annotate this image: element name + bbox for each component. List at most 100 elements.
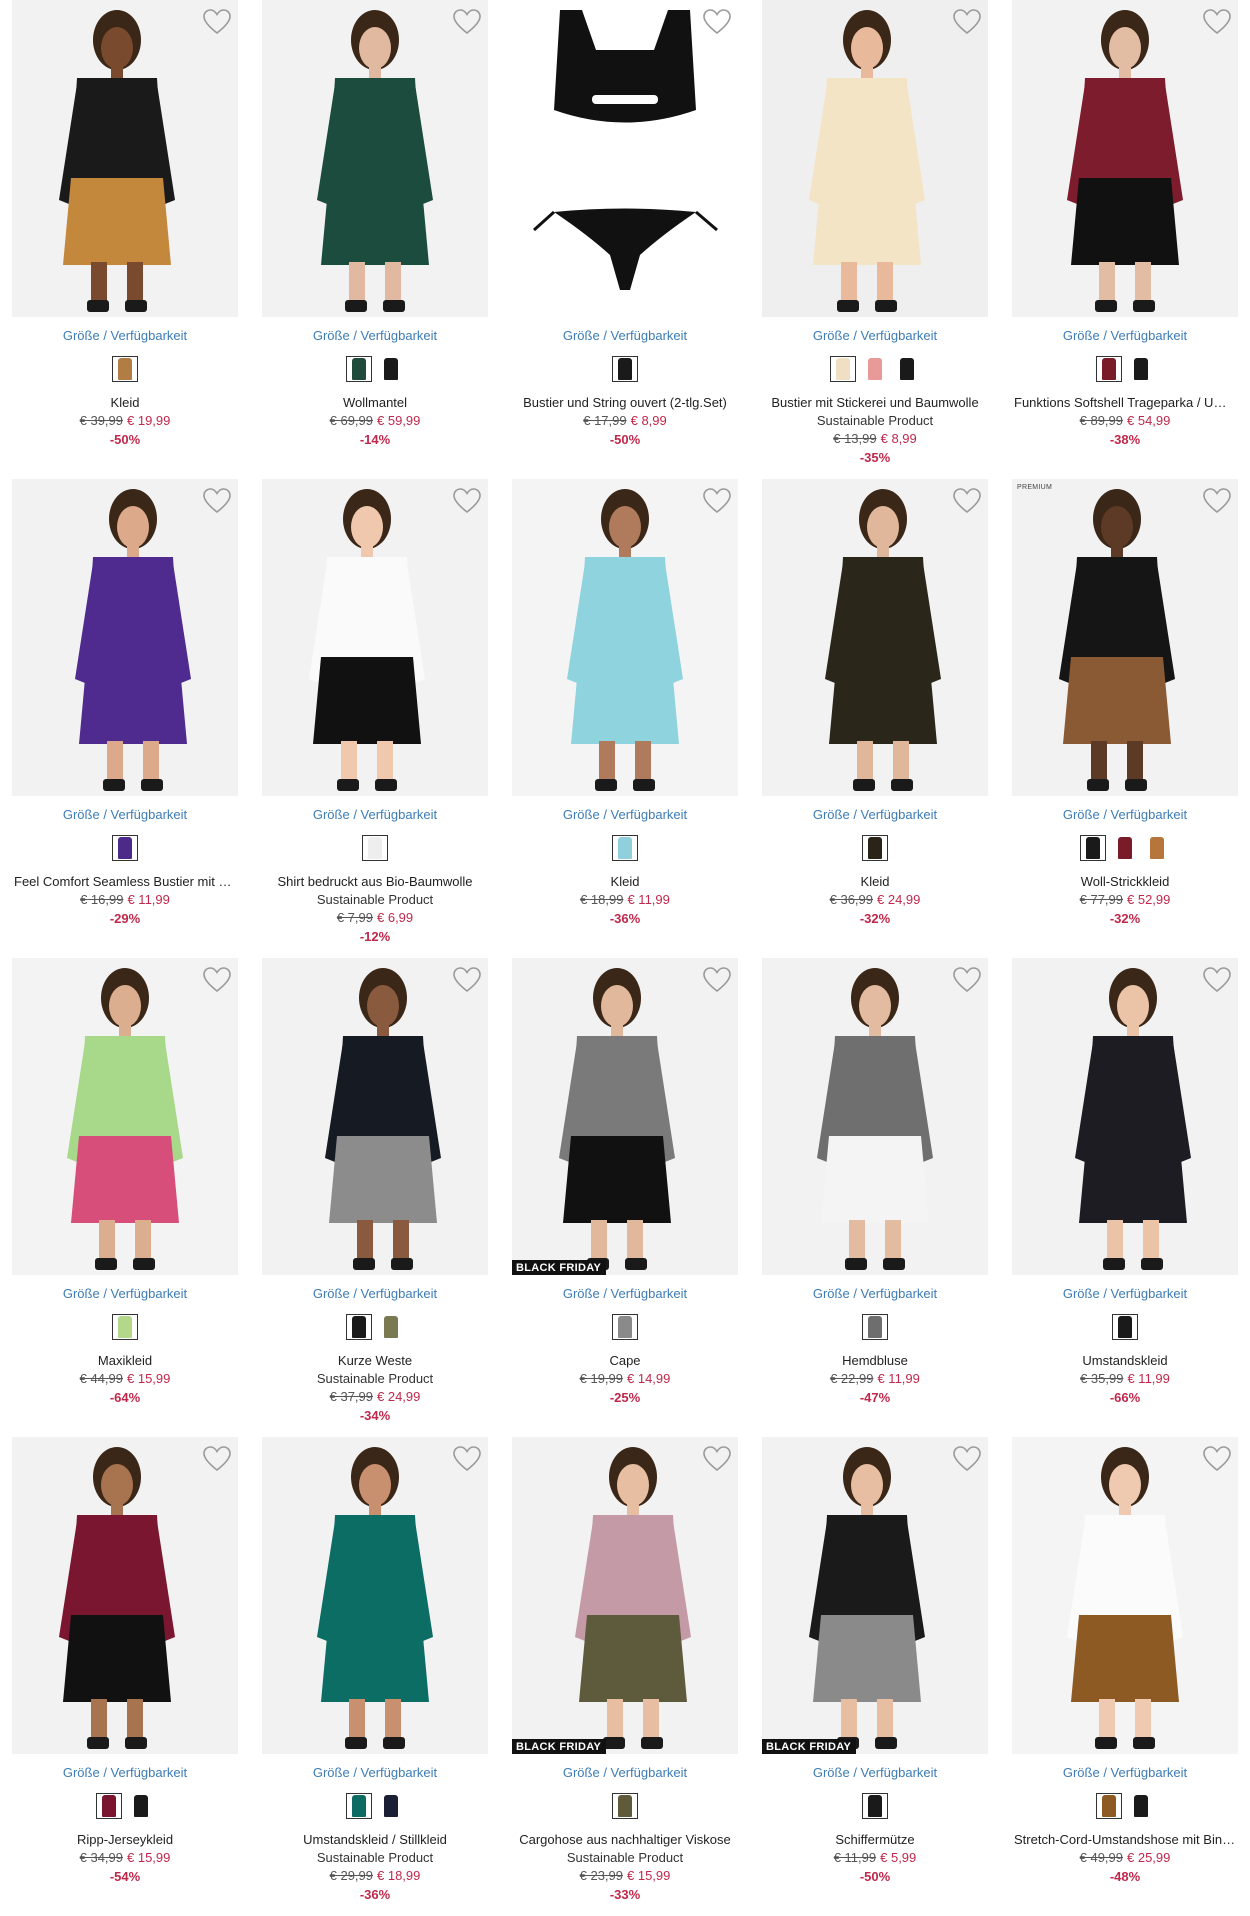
product-name[interactable]: Umstandskleid xyxy=(1012,1353,1238,1368)
product-image[interactable] xyxy=(262,958,488,1275)
color-swatch[interactable] xyxy=(862,1314,888,1340)
color-swatch[interactable] xyxy=(862,1793,888,1819)
product-image[interactable] xyxy=(262,0,488,317)
product-image[interactable] xyxy=(12,1437,238,1754)
size-availability-link[interactable]: Größe / Verfügbarkeit xyxy=(12,1765,238,1780)
product-image[interactable] xyxy=(512,958,738,1275)
size-availability-link[interactable]: Größe / Verfügbarkeit xyxy=(512,328,738,343)
product-card[interactable]: Größe / Verfügbarkeit Feel Comfort Seamle… xyxy=(12,479,238,926)
product-image[interactable] xyxy=(12,958,238,1275)
product-name[interactable]: Kurze Weste xyxy=(262,1353,488,1368)
product-image[interactable] xyxy=(762,1437,988,1754)
heart-outline-icon[interactable] xyxy=(1202,487,1232,515)
size-availability-link[interactable]: Größe / Verfügbarkeit xyxy=(1012,807,1238,822)
product-name[interactable]: Umstandskleid / Stillkleid xyxy=(262,1832,488,1847)
color-swatch[interactable] xyxy=(378,1314,404,1340)
product-image-frame[interactable] xyxy=(512,479,738,796)
color-swatch[interactable] xyxy=(612,1793,638,1819)
size-availability-link[interactable]: Größe / Verfügbarkeit xyxy=(262,1286,488,1301)
product-name[interactable]: Funktions Softshell Trageparka / Umstand… xyxy=(1012,395,1238,410)
product-card[interactable]: Größe / Verfügbarkeit Hemdbluse € 22,99 € 1… xyxy=(762,958,988,1405)
color-swatch[interactable] xyxy=(830,356,856,382)
product-image[interactable] xyxy=(762,479,988,796)
product-card[interactable]: Größe / Verfügbarkeit Umstandskleid / Sti… xyxy=(262,1437,488,1902)
product-name[interactable]: Kleid xyxy=(12,395,238,410)
product-image-frame[interactable]: PREMIUM xyxy=(1012,479,1238,796)
product-card[interactable]: Größe / Verfügbarkeit Kleid € 36,99 € 24,99… xyxy=(762,479,988,926)
heart-outline-icon[interactable] xyxy=(702,8,732,36)
color-swatch[interactable] xyxy=(1080,835,1106,861)
product-image[interactable] xyxy=(1012,958,1238,1275)
product-image-frame[interactable]: BLACK FRIDAY xyxy=(762,1437,988,1754)
product-name[interactable]: Kleid xyxy=(762,874,988,889)
product-name[interactable]: Shirt bedruckt aus Bio-Baumwolle xyxy=(262,874,488,889)
color-swatch[interactable] xyxy=(1144,835,1170,861)
color-swatch[interactable] xyxy=(1096,356,1122,382)
color-swatch[interactable] xyxy=(112,356,138,382)
size-availability-link[interactable]: Größe / Verfügbarkeit xyxy=(512,1286,738,1301)
product-card[interactable]: Größe / Verfügbarkeit Umstandskleid € 35,9… xyxy=(1012,958,1238,1405)
color-swatch[interactable] xyxy=(112,1314,138,1340)
size-availability-link[interactable]: Größe / Verfügbarkeit xyxy=(762,1765,988,1780)
product-image-frame[interactable] xyxy=(262,958,488,1275)
color-swatch[interactable] xyxy=(362,835,388,861)
product-name[interactable]: Feel Comfort Seamless Bustier mit Slip xyxy=(12,874,238,889)
product-image[interactable] xyxy=(1012,479,1238,796)
color-swatch[interactable] xyxy=(1096,1793,1122,1819)
product-card[interactable]: PREMIUM Größe / Verfügbarkeit Woll-Strickk… xyxy=(1012,479,1238,926)
size-availability-link[interactable]: Größe / Verfügbarkeit xyxy=(762,328,988,343)
size-availability-link[interactable]: Größe / Verfügbarkeit xyxy=(12,328,238,343)
product-image-frame[interactable] xyxy=(1012,0,1238,317)
heart-outline-icon[interactable] xyxy=(952,487,982,515)
color-swatch[interactable] xyxy=(346,356,372,382)
product-image[interactable] xyxy=(262,479,488,796)
product-image-frame[interactable] xyxy=(262,0,488,317)
product-image-frame[interactable] xyxy=(1012,958,1238,1275)
heart-outline-icon[interactable] xyxy=(202,487,232,515)
product-card[interactable]: Größe / Verfügbarkeit Kleid € 18,99 € 11,99… xyxy=(512,479,738,926)
color-swatch[interactable] xyxy=(346,1793,372,1819)
heart-outline-icon[interactable] xyxy=(1202,8,1232,36)
product-name[interactable]: Maxikleid xyxy=(12,1353,238,1368)
heart-outline-icon[interactable] xyxy=(452,487,482,515)
color-swatch[interactable] xyxy=(378,356,404,382)
product-card[interactable]: BLACK FRIDAY Größe / Verfügbarkeit Cape € 1… xyxy=(512,958,738,1405)
heart-outline-icon[interactable] xyxy=(1202,1445,1232,1473)
heart-outline-icon[interactable] xyxy=(452,966,482,994)
product-card[interactable]: Größe / Verfügbarkeit Ripp-Jerseykleid € 3… xyxy=(12,1437,238,1884)
size-availability-link[interactable]: Größe / Verfügbarkeit xyxy=(1012,1286,1238,1301)
size-availability-link[interactable]: Größe / Verfügbarkeit xyxy=(12,1286,238,1301)
product-card[interactable]: Größe / Verfügbarkeit Maxikleid € 44,99 € 1… xyxy=(12,958,238,1405)
size-availability-link[interactable]: Größe / Verfügbarkeit xyxy=(1012,1765,1238,1780)
size-availability-link[interactable]: Größe / Verfügbarkeit xyxy=(512,807,738,822)
heart-outline-icon[interactable] xyxy=(952,1445,982,1473)
product-name[interactable]: Wollmantel xyxy=(262,395,488,410)
product-card[interactable]: Größe / Verfügbarkeit Kurze Weste Sustaina… xyxy=(262,958,488,1423)
product-image-frame[interactable] xyxy=(1012,1437,1238,1754)
size-availability-link[interactable]: Größe / Verfügbarkeit xyxy=(1012,328,1238,343)
heart-outline-icon[interactable] xyxy=(952,8,982,36)
color-swatch[interactable] xyxy=(346,1314,372,1340)
product-card[interactable]: Größe / Verfügbarkeit Wollmantel € 69,99 € … xyxy=(262,0,488,447)
product-name[interactable]: Bustier mit Stickerei und Baumwolle xyxy=(762,395,988,410)
product-image-frame[interactable] xyxy=(762,958,988,1275)
product-image[interactable] xyxy=(762,958,988,1275)
color-swatch[interactable] xyxy=(378,1793,404,1819)
heart-outline-icon[interactable] xyxy=(952,966,982,994)
product-name[interactable]: Schiffermütze xyxy=(762,1832,988,1847)
color-swatch[interactable] xyxy=(1128,356,1154,382)
color-swatch[interactable] xyxy=(612,835,638,861)
color-swatch[interactable] xyxy=(612,356,638,382)
product-name[interactable]: Cargohose aus nachhaltiger Viskose xyxy=(512,1832,738,1847)
color-swatch[interactable] xyxy=(1128,1793,1154,1819)
product-card[interactable]: Größe / Verfügbarkeit Bustier mit Sticker… xyxy=(762,0,988,465)
product-image[interactable] xyxy=(12,479,238,796)
product-card[interactable]: Größe / Verfügbarkeit Shirt bedruckt aus … xyxy=(262,479,488,944)
product-card[interactable]: BLACK FRIDAY Größe / Verfügbarkeit Schiffe… xyxy=(762,1437,988,1884)
product-image-frame[interactable]: BLACK FRIDAY xyxy=(512,1437,738,1754)
product-name[interactable]: Ripp-Jerseykleid xyxy=(12,1832,238,1847)
heart-outline-icon[interactable] xyxy=(702,966,732,994)
product-name[interactable]: Bustier und String ouvert (2-tlg.Set) xyxy=(512,395,738,410)
color-swatch[interactable] xyxy=(112,835,138,861)
product-image[interactable] xyxy=(1012,1437,1238,1754)
